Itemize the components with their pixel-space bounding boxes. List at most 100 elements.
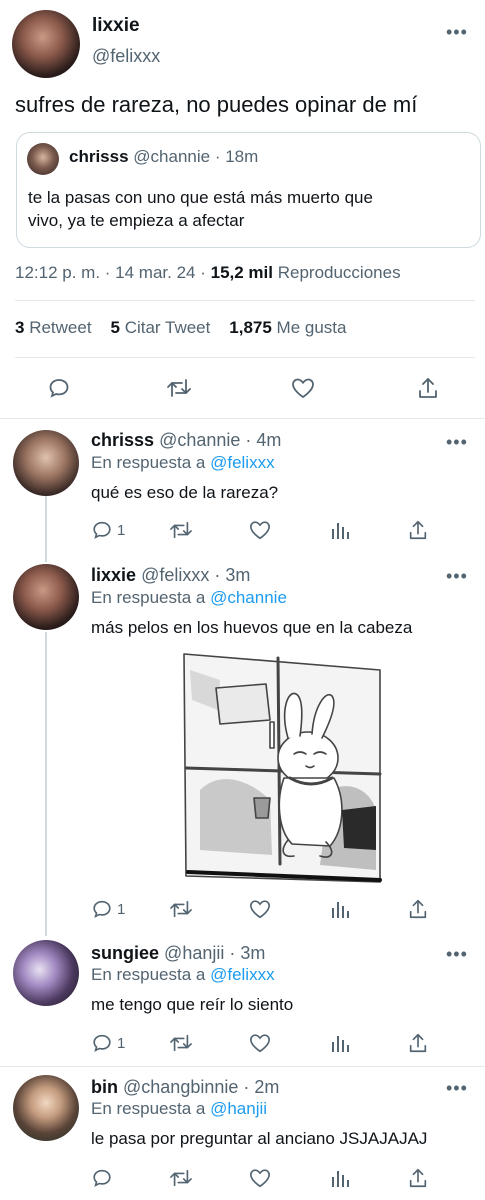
avatar[interactable] xyxy=(13,430,79,496)
quoted-time: · 18m xyxy=(214,147,259,166)
like-icon[interactable] xyxy=(290,376,316,400)
share-icon[interactable] xyxy=(407,518,429,542)
avatar[interactable] xyxy=(13,1075,79,1141)
likes-label: Me gusta xyxy=(276,318,347,337)
reply-time[interactable]: · 3m xyxy=(229,943,265,963)
reply-context-prefix: En respuesta a xyxy=(91,588,206,607)
reply-handle[interactable]: @channie xyxy=(159,430,240,450)
reply-icon[interactable]: 1 xyxy=(91,1032,125,1054)
reply-handle[interactable]: @changbinnie xyxy=(123,1077,238,1097)
thread-line xyxy=(45,496,47,562)
divider xyxy=(0,1066,485,1067)
retweets-stat[interactable]: 3 Retweet xyxy=(15,318,92,337)
reply-text: más pelos en los huevos que en la cabeza xyxy=(91,618,413,637)
retweets-label: Retweet xyxy=(29,318,92,337)
more-icon[interactable]: ••• xyxy=(446,566,468,587)
reply-count: 1 xyxy=(117,1034,126,1052)
reply-context-handle[interactable]: @felixxx xyxy=(210,965,275,984)
reply-header: chrisss @channie · 4m xyxy=(91,430,281,451)
reply-context: En respuesta a @felixxx xyxy=(91,453,275,473)
reply-text: qué es eso de la rareza? xyxy=(91,483,279,502)
avatar[interactable] xyxy=(13,564,79,630)
quotes-label: Citar Tweet xyxy=(124,318,211,337)
quoted-handle: @channie xyxy=(133,147,211,166)
reply-context-prefix: En respuesta a xyxy=(91,453,206,472)
views-label: Reproducciones xyxy=(277,263,401,282)
views-icon[interactable] xyxy=(330,898,350,920)
reply-handle[interactable]: @felixxx xyxy=(141,565,209,585)
thread-line xyxy=(45,632,47,936)
reply-time[interactable]: · 2m xyxy=(243,1077,279,1097)
reply-count: 1 xyxy=(117,900,126,918)
reply-icon[interactable] xyxy=(47,376,71,400)
reply-time[interactable]: · 4m xyxy=(245,430,281,450)
views-icon[interactable] xyxy=(330,1032,350,1054)
more-icon[interactable]: ••• xyxy=(446,944,468,965)
reply-display-name[interactable]: sungiee xyxy=(91,943,159,963)
quoted-display-name: chrisss xyxy=(69,147,129,166)
reply-context-prefix: En respuesta a xyxy=(91,965,206,984)
more-icon[interactable]: ••• xyxy=(446,1078,468,1099)
reply-context-handle[interactable]: @channie xyxy=(210,588,287,607)
views-icon[interactable] xyxy=(330,1167,350,1189)
quoted-header: chrisss @channie · 18m xyxy=(69,147,258,167)
quotes-stat[interactable]: 5 Citar Tweet xyxy=(110,318,210,337)
reply-display-name[interactable]: chrisss xyxy=(91,430,154,450)
retweet-icon[interactable] xyxy=(165,376,193,400)
retweets-count: 3 xyxy=(15,318,25,337)
share-icon[interactable] xyxy=(407,897,429,921)
reply-context-handle[interactable]: @felixxx xyxy=(210,453,275,472)
reply-context-prefix: En respuesta a xyxy=(91,1099,206,1118)
reply-icon[interactable]: 1 xyxy=(91,519,125,541)
avatar xyxy=(27,143,59,175)
reply-text: me tengo que reír lo siento xyxy=(91,995,294,1014)
reply-count: 1 xyxy=(117,521,126,539)
quoted-text-line2: vivo, ya te empieza a afectar xyxy=(28,211,245,230)
reply-display-name[interactable]: lixxie xyxy=(91,565,136,585)
reply-context-handle[interactable]: @hanjii xyxy=(210,1099,267,1118)
reply-display-name[interactable]: bin xyxy=(91,1077,118,1097)
divider xyxy=(15,300,475,301)
share-icon[interactable] xyxy=(407,1166,429,1190)
quotes-count: 5 xyxy=(110,318,120,337)
divider xyxy=(15,357,475,358)
likes-stat[interactable]: 1,875 Me gusta xyxy=(229,318,346,337)
more-icon[interactable]: ••• xyxy=(446,22,468,43)
reply-header: lixxie @felixxx · 3m xyxy=(91,565,250,586)
reply-context: En respuesta a @felixxx xyxy=(91,965,275,985)
reply-context: En respuesta a @hanjii xyxy=(91,1099,267,1119)
reply-handle[interactable]: @hanjii xyxy=(164,943,224,963)
retweet-icon[interactable] xyxy=(168,1032,194,1054)
views-icon[interactable] xyxy=(330,519,350,541)
like-icon[interactable] xyxy=(248,1032,272,1054)
retweet-icon[interactable] xyxy=(168,1167,194,1189)
avatar[interactable] xyxy=(12,10,80,78)
reply-header: sungiee @hanjii · 3m xyxy=(91,943,265,964)
share-icon[interactable] xyxy=(407,1031,429,1055)
quoted-text-line1: te la pasas con uno que está más muerto … xyxy=(28,188,373,207)
reply-icon[interactable]: 1 xyxy=(91,898,125,920)
author-handle[interactable]: @felixxx xyxy=(92,46,160,67)
tweet-meta: 12:12 p. m. · 14 mar. 24 · 15,2 mil Repr… xyxy=(15,263,401,283)
divider xyxy=(0,418,485,419)
more-icon[interactable]: ••• xyxy=(446,432,468,453)
like-icon[interactable] xyxy=(248,898,272,920)
author-display-name[interactable]: lixxie xyxy=(92,15,140,37)
retweet-icon[interactable] xyxy=(168,898,194,920)
timestamp[interactable]: 12:12 p. m. · 14 mar. 24 · xyxy=(15,263,206,282)
quoted-tweet-card[interactable]: chrisss @channie · 18m te la pasas con u… xyxy=(16,132,481,248)
engagement-stats: 3 Retweet 5 Citar Tweet 1,875 Me gusta xyxy=(15,318,346,338)
like-icon[interactable] xyxy=(248,519,272,541)
retweet-icon[interactable] xyxy=(168,519,194,541)
share-icon[interactable] xyxy=(416,375,440,401)
reply-text: le pasa por preguntar al anciano JSJAJAJ… xyxy=(91,1129,428,1148)
likes-count: 1,875 xyxy=(229,318,272,337)
avatar[interactable] xyxy=(13,940,79,1006)
reply-icon[interactable] xyxy=(91,1167,117,1189)
reply-time[interactable]: · 3m xyxy=(214,565,250,585)
reply-media-image[interactable] xyxy=(180,650,386,888)
reply-header: bin @changbinnie · 2m xyxy=(91,1077,279,1098)
views-count: 15,2 mil xyxy=(210,263,273,282)
like-icon[interactable] xyxy=(248,1167,272,1189)
reply-context: En respuesta a @channie xyxy=(91,588,287,608)
